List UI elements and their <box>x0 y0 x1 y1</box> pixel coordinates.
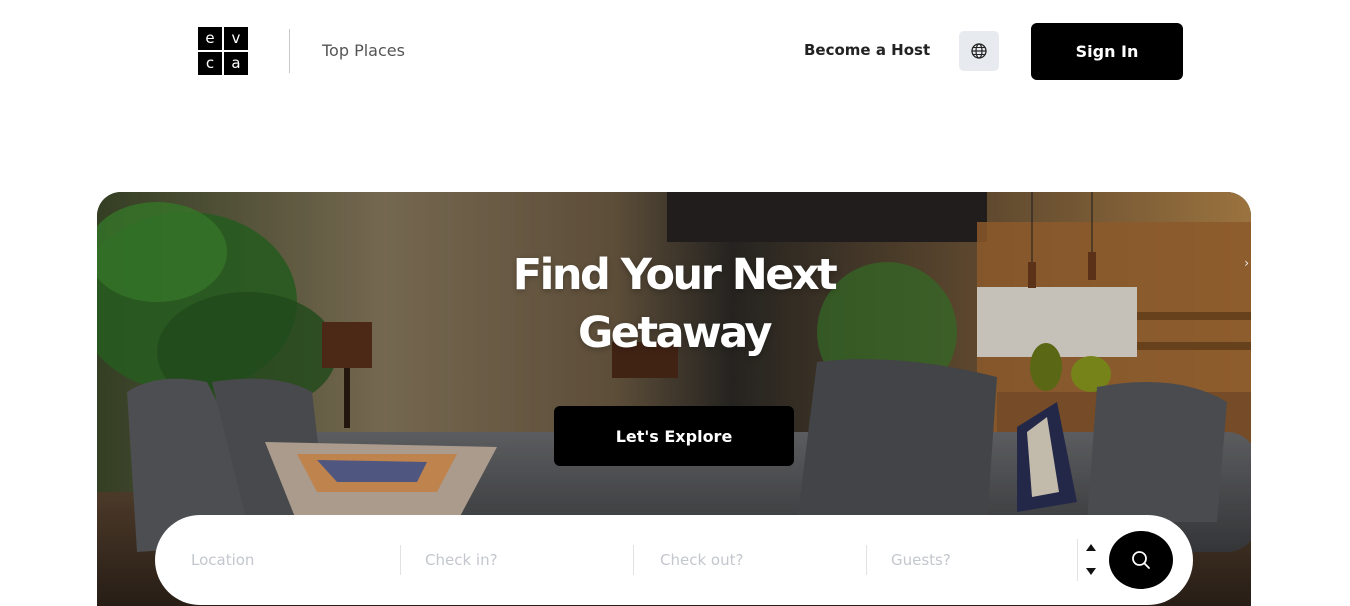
field-divider <box>400 545 401 575</box>
increment-arrow-icon[interactable] <box>1086 544 1096 551</box>
search-icon <box>1132 551 1150 569</box>
logo[interactable]: e v c a <box>198 27 248 75</box>
logo-letter: v <box>224 27 248 50</box>
become-host-link[interactable]: Become a Host <box>804 41 930 59</box>
top-places-link[interactable]: Top Places <box>322 41 405 60</box>
check-out-input[interactable] <box>660 551 860 569</box>
hero-title-line: Getaway <box>578 308 772 358</box>
guests-stepper[interactable] <box>1077 539 1099 581</box>
checkout-field-wrapper <box>660 540 860 580</box>
page: e v c a Top Places Become a Host Sign In <box>0 0 1350 606</box>
checkin-field-wrapper <box>425 540 625 580</box>
logo-letter: a <box>224 52 248 75</box>
header-divider <box>289 29 290 73</box>
chevron-right-icon[interactable]: › <box>1244 256 1249 270</box>
location-field-wrapper <box>191 540 391 580</box>
search-button[interactable] <box>1109 531 1173 589</box>
language-button[interactable] <box>959 31 999 71</box>
logo-letter: c <box>198 52 222 75</box>
guests-field-wrapper <box>891 540 1071 580</box>
field-divider <box>633 545 634 575</box>
location-input[interactable] <box>191 551 391 569</box>
lets-explore-button[interactable]: Let's Explore <box>554 406 794 466</box>
hero-title-line: Find Your Next <box>512 250 838 300</box>
globe-icon <box>971 43 987 59</box>
sign-in-button[interactable]: Sign In <box>1031 23 1183 80</box>
guests-input[interactable] <box>891 551 1071 569</box>
hero-title: Find Your Next Getaway <box>97 246 1251 362</box>
decrement-arrow-icon[interactable] <box>1086 568 1096 575</box>
search-bar <box>155 515 1193 605</box>
field-divider <box>866 545 867 575</box>
check-in-input[interactable] <box>425 551 625 569</box>
logo-letter: e <box>198 27 222 50</box>
